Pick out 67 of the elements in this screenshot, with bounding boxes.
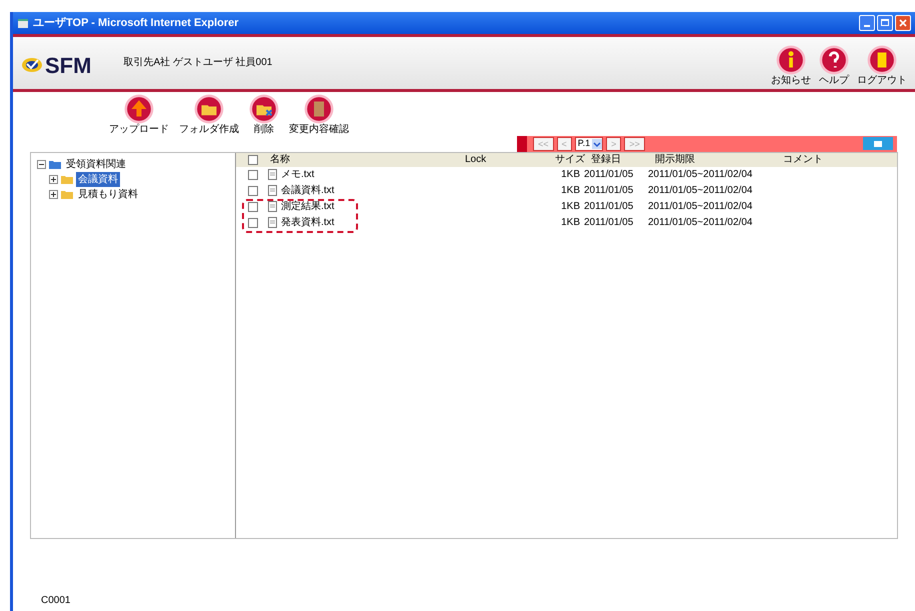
document-icon [304,94,334,124]
table-cell-text: 2011/01/05 [584,216,634,230]
column-header: サイズ [555,153,586,168]
toolbar-button[interactable]: 変更内容確認 [289,94,349,136]
layout-toggle-button[interactable] [863,137,893,150]
table-cell-text: 2011/01/05~2011/02/04 [648,168,752,182]
page-select[interactable]: P.1 [574,136,604,151]
file-name[interactable]: 測定結果.txt [281,199,458,214]
window-icon [871,140,885,148]
select-all-checkbox[interactable] [248,154,258,165]
table-cell-text: 2011/01/05~2011/02/04 [648,216,752,230]
info-icon [776,44,806,75]
row-checkbox[interactable] [248,218,258,228]
table-cell-text: 2011/01/05~2011/02/04 [648,184,752,198]
file-name[interactable]: 会議資料.txt [281,183,458,198]
file-icon [268,201,277,212]
tree-item[interactable]: 受領資料関連 [64,156,128,172]
file-icon [268,169,277,180]
row-checkbox[interactable] [248,202,258,212]
table-cell-text: 1KB [560,216,580,230]
table-cell-text: 1KB [560,200,580,214]
row-checkbox[interactable] [248,186,258,196]
table-cell-text: 2011/01/05 [584,168,634,182]
help-icon [819,44,849,75]
table-cell-text: 2011/01/05~2011/02/04 [648,200,752,214]
folder-icon [194,94,224,124]
logo-text: SFM [45,52,92,80]
header-action-button[interactable]: ヘルプ [819,44,849,87]
column-header: Lock [465,153,488,168]
table-cell-text: 1KB [560,184,580,198]
folder-icon [60,188,74,200]
user-info: 取引先A社 ゲストユーザ 社員001 [123,56,272,70]
tree-item[interactable]: 見積もり資料 [76,186,140,202]
row-checkbox[interactable] [248,170,258,180]
file-name[interactable]: 発表資料.txt [281,215,458,230]
folder-icon [60,173,74,186]
toolbar-button[interactable]: 削除 [249,94,279,136]
column-header: 名称 [270,153,291,168]
file-name[interactable]: メモ.txt [281,167,458,182]
door-icon [867,44,897,75]
folder-icon [249,94,279,124]
column-header: コメント [783,153,823,168]
file-icon [268,217,277,228]
header-action-button[interactable]: ログアウト [857,44,907,87]
window-title: ユーザTOP - Microsoft Internet Explorer [33,16,239,31]
toolbar-button[interactable]: フォルダ作成 [179,94,239,136]
toolbar-button[interactable]: アップロード [109,94,169,136]
expand-toggle-icon[interactable] [49,174,58,184]
close-icon [899,18,907,27]
expand-toggle-icon[interactable] [49,190,58,199]
folder-icon [48,158,62,170]
header-action-button[interactable]: お知らせ [771,44,811,87]
logo-icon [21,56,43,74]
table-cell-text: 2011/01/05 [584,200,634,214]
maximize-button[interactable] [877,14,893,31]
file-icon [268,185,277,196]
tree-item[interactable]: 会議資料 [76,172,120,187]
close-button[interactable] [895,14,911,31]
column-header: 登録日 [591,153,622,168]
table-cell-text: 2011/01/05 [584,184,634,198]
screen-code: C0001 [41,595,70,606]
dropdown-caret-icon [592,138,602,149]
table-cell-text: 1KB [560,168,580,182]
browser-icon [17,16,29,29]
collapse-toggle-icon[interactable] [37,160,46,169]
column-header: 開示期限 [655,152,696,168]
minimize-button[interactable] [859,14,875,31]
